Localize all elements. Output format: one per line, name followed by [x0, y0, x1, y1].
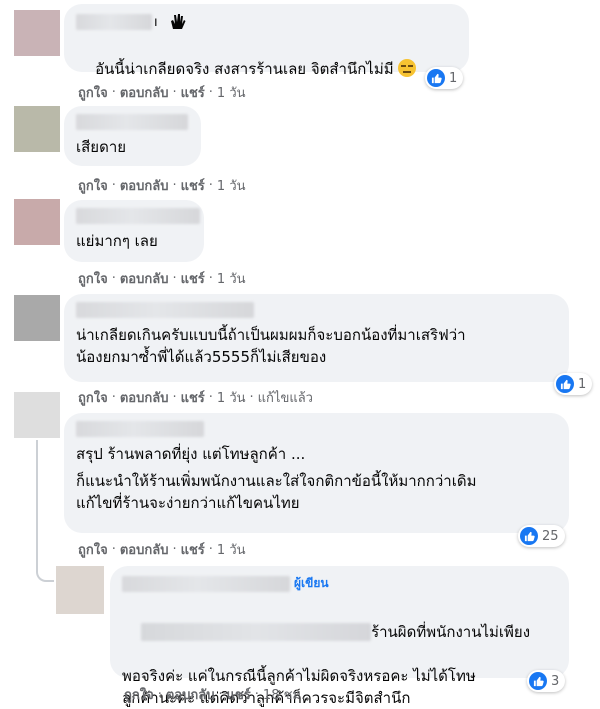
like-icon: [427, 69, 445, 87]
timestamp[interactable]: 1 วัน: [217, 268, 246, 289]
avatar[interactable]: [14, 199, 60, 245]
share-button[interactable]: แชร์: [181, 268, 205, 289]
reaction-count[interactable]: 25: [518, 525, 565, 547]
comment-bubble: เสียดาย: [64, 106, 201, 166]
comment-text: เสียดาย: [76, 138, 127, 156]
reply-button[interactable]: ตอบกลับ: [166, 684, 215, 705]
comment-actions: ถูกใจ · ตอบกลับ · แชร์ · 1 วัน: [78, 82, 246, 103]
timestamp[interactable]: 1 วัน: [217, 387, 246, 408]
like-button[interactable]: ถูกใจ: [124, 684, 154, 705]
like-icon: [529, 672, 547, 690]
comment-text: อันนี้น่าเกลียดจริง สงสารร้านเลย จิตสำนึ…: [95, 60, 394, 78]
author-badge: ผู้เขียน: [294, 576, 329, 590]
avatar[interactable]: [14, 10, 60, 56]
comment-text: แย่มากๆ เลย: [76, 232, 158, 250]
reaction-count[interactable]: 1: [425, 67, 464, 89]
share-button[interactable]: แชร์: [181, 82, 205, 103]
share-button[interactable]: แชร์: [181, 387, 205, 408]
reply-button[interactable]: ตอบกลับ: [120, 82, 169, 103]
avatar[interactable]: [14, 295, 60, 341]
comment-actions: ถูกใจ · ตอบกลับ · แชร์ · 1 วัน: [78, 539, 246, 560]
reply-button[interactable]: ตอบกลับ: [120, 387, 169, 408]
timestamp[interactable]: 1 วัน: [217, 82, 246, 103]
like-button[interactable]: ถูกใจ: [78, 82, 108, 103]
reply-button[interactable]: ตอบกลับ: [120, 268, 169, 289]
like-button[interactable]: ถูกใจ: [78, 539, 108, 560]
share-button[interactable]: แชร์: [181, 175, 205, 196]
commenter-name[interactable]: [76, 302, 254, 318]
commenter-name[interactable]: [76, 421, 204, 437]
comment-bubble: แย่มากๆ เลย: [64, 200, 204, 262]
edited-label: แก้ไขแล้ว: [257, 391, 313, 406]
thread-line: [36, 440, 54, 582]
commenter-name[interactable]: [122, 575, 290, 592]
tagged-name[interactable]: [141, 623, 372, 641]
comment-actions: ถูกใจ · ตอบกลับ · แชร์ · 1 วัน · แก้ไขแล้ว: [78, 387, 313, 408]
like-icon: [556, 375, 574, 393]
comment-text-2: ก็แนะนำให้ร้านเพิ่มพนักงานและใส่ใจกติกาข…: [76, 472, 477, 512]
reply-bubble: ผู้เขียน ร้านผิดที่พนักงานไม่เพียง พอจริ…: [110, 566, 569, 707]
reply-actions: ถูกใจ · ตอบกลับ · แชร์ · 18 ชม.: [124, 684, 305, 705]
avatar[interactable]: [14, 392, 60, 438]
author-row: ผู้เขียน: [122, 574, 557, 593]
share-button[interactable]: แชร์: [227, 684, 251, 705]
comment-text-1: สรุป ร้านพลาดที่ยุ่ง แต่โทษลูกค้า ...: [76, 445, 306, 463]
timestamp[interactable]: 18 ชม.: [263, 684, 305, 705]
comment-text: น่าเกลียดเกินครับแบบนี้ถ้าเป็นผมผมก็จะบอ…: [76, 326, 466, 366]
like-button[interactable]: ถูกใจ: [78, 175, 108, 196]
comment-bubble: สรุป ร้านพลาดที่ยุ่ง แต่โทษลูกค้า ... ก็…: [64, 413, 569, 533]
comment-actions: ถูกใจ · ตอบกลับ · แชร์ · 1 วัน: [78, 268, 246, 289]
raised-hand-icon: [165, 12, 188, 32]
commenter-name[interactable]: [76, 208, 200, 224]
comment-actions: ถูกใจ · ตอบกลับ · แชร์ · 1 วัน: [78, 175, 246, 196]
commenter-name[interactable]: [76, 14, 152, 30]
share-button[interactable]: แชร์: [181, 539, 205, 560]
timestamp[interactable]: 1 วัน: [217, 539, 246, 560]
commenter-name[interactable]: [76, 114, 188, 130]
like-button[interactable]: ถูกใจ: [78, 387, 108, 408]
reaction-count[interactable]: 3: [527, 670, 566, 692]
reply-button[interactable]: ตอบกลับ: [120, 539, 169, 560]
reply-button[interactable]: ตอบกลับ: [120, 175, 169, 196]
like-button[interactable]: ถูกใจ: [78, 268, 108, 289]
avatar[interactable]: [56, 566, 104, 614]
like-icon: [520, 527, 538, 545]
avatar[interactable]: [14, 106, 60, 152]
timestamp[interactable]: 1 วัน: [217, 175, 246, 196]
expressionless-face-icon: [397, 59, 416, 77]
comment-bubble: น่าเกลียดเกินครับแบบนี้ถ้าเป็นผมผมก็จะบอ…: [64, 294, 569, 382]
commenter-name-row: ı: [76, 12, 457, 32]
reply-text-1: ร้านผิดที่พนักงานไม่เพียง: [371, 623, 531, 641]
comment-bubble: ı อันนี้น่าเกลียดจริง สงสารร้านเลย จิตสำ…: [64, 4, 469, 78]
reaction-count[interactable]: 1: [554, 373, 593, 395]
